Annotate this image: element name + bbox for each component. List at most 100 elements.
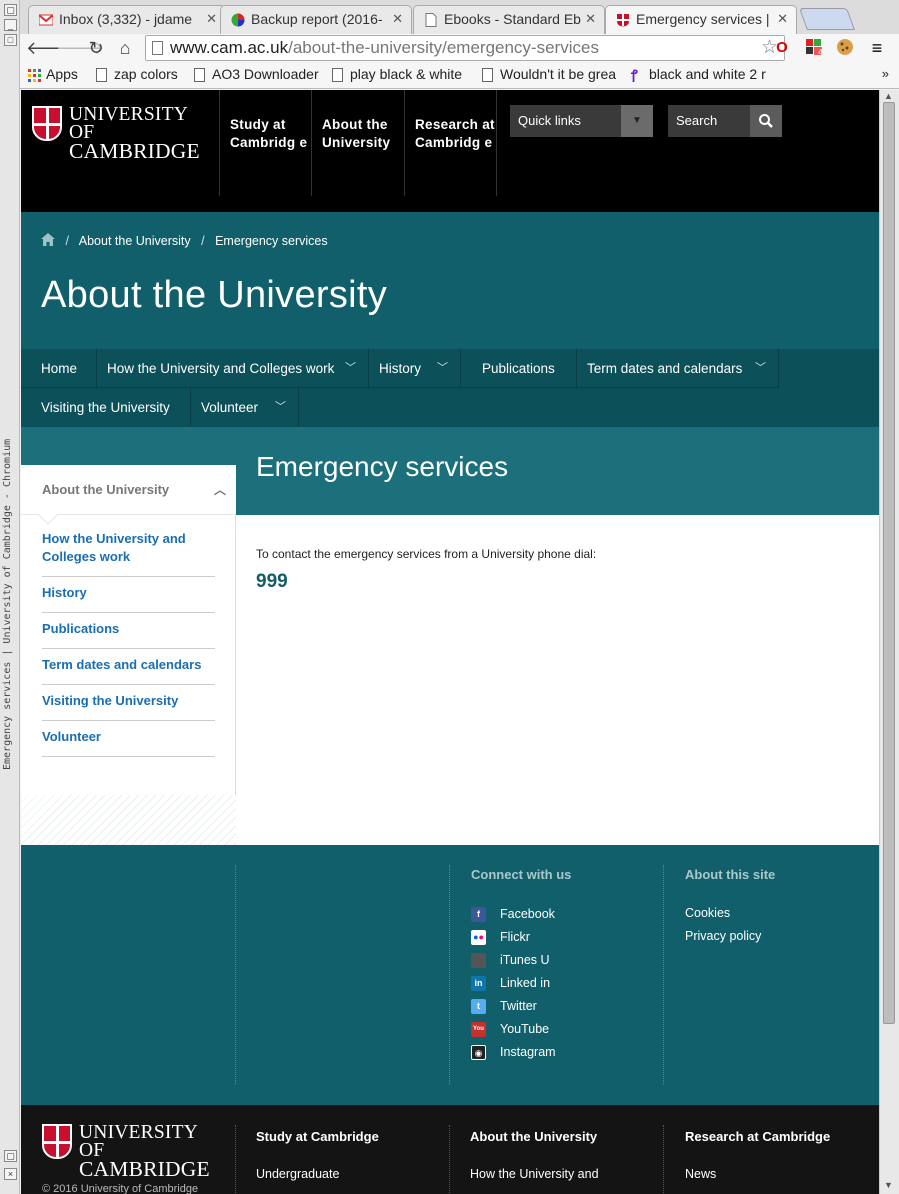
footer-link-how-university[interactable]: How the University and xyxy=(470,1167,599,1181)
subnav-label: History xyxy=(379,361,422,376)
page-info-icon[interactable] xyxy=(152,41,163,55)
footer-heading-about[interactable]: About the University xyxy=(470,1129,597,1144)
bookmark-wouldnt-it-be[interactable]: Wouldn't it be grea xyxy=(480,66,620,82)
footer-link-news[interactable]: News xyxy=(685,1167,716,1181)
subnav-history[interactable]: History ﹀ xyxy=(369,349,461,388)
sidebar-item-visiting[interactable]: Visiting the University xyxy=(42,685,215,721)
nav-research-at-cambridge[interactable]: Research at Cambridg e xyxy=(404,90,497,196)
social-instagram[interactable]: Instagram xyxy=(500,1045,556,1059)
page-icon xyxy=(332,68,343,82)
window-maximize-button[interactable]: □ xyxy=(4,34,17,46)
tab-close-icon[interactable]: ✕ xyxy=(585,11,596,27)
address-bar[interactable]: www.cam.ac.uk/about-the-university/emerg… xyxy=(145,35,785,61)
home-icon[interactable] xyxy=(41,233,55,246)
url-host: www.cam.ac.uk xyxy=(170,38,289,57)
bookmark-label: black and white 2 r xyxy=(649,66,766,82)
tab-backup-report[interactable]: Backup report (2016- ✕ xyxy=(220,5,412,34)
social-facebook[interactable]: Facebook xyxy=(500,907,555,921)
sidebar-hatch xyxy=(21,795,236,845)
bookmark-zap-colors[interactable]: zap colors xyxy=(94,66,194,82)
quick-links-label: Quick links xyxy=(518,113,581,128)
social-itunes-u[interactable]: iTunes U xyxy=(500,953,550,967)
subnav-how-university-works[interactable]: How the University and Colleges work ﹀ xyxy=(97,349,369,388)
footer-link-undergraduate[interactable]: Undergraduate xyxy=(256,1167,339,1181)
reload-icon[interactable]: ↻ xyxy=(85,36,107,60)
bookmark-label: AO3 Downloader xyxy=(212,66,319,82)
window-close-button[interactable]: × xyxy=(4,1168,17,1180)
chevron-down-icon[interactable]: ﹀ xyxy=(345,349,356,388)
window-minimize-button[interactable]: _ xyxy=(4,19,17,31)
footer-site-column: About this site Cookies Privacy policy xyxy=(663,865,877,1085)
scroll-up-icon[interactable]: ▲ xyxy=(884,91,893,101)
window-resize-button[interactable]: ▢ xyxy=(4,1150,17,1162)
forward-icon[interactable]: 🡒 xyxy=(56,36,104,60)
bookmark-label: play black & white xyxy=(350,66,463,82)
section-nav: Home How the University and Colleges wor… xyxy=(21,349,879,427)
breadcrumb-about[interactable]: About the University xyxy=(79,234,191,248)
logo-line1: UNIVERSITY OF xyxy=(69,104,188,143)
tab-close-icon[interactable]: ✕ xyxy=(392,11,403,27)
footer-heading-research[interactable]: Research at Cambridge xyxy=(685,1129,830,1144)
bookmark-ao3-downloader[interactable]: AO3 Downloader xyxy=(192,66,330,82)
sidebar-heading[interactable]: About the University ︿ xyxy=(21,465,236,525)
footer-heading-study[interactable]: Study at Cambridge xyxy=(256,1129,379,1144)
crest-icon xyxy=(32,106,62,141)
page-scrollbar[interactable]: ▲ ▼ xyxy=(879,90,899,1194)
footer-link-cookies[interactable]: Cookies xyxy=(685,906,730,920)
social-twitter[interactable]: Twitter xyxy=(500,999,537,1013)
sidebar-item-how-university-works[interactable]: How the University and Colleges work xyxy=(42,523,215,577)
new-tab-button[interactable] xyxy=(798,8,856,30)
page-icon xyxy=(96,68,107,82)
sidebar-item-volunteer[interactable]: Volunteer xyxy=(42,721,215,757)
browser-toolbar: 🡐 🡒 ↻ ⌂ www.cam.ac.uk/about-the-universi… xyxy=(20,34,899,62)
opera-extension-icon[interactable]: O xyxy=(772,38,792,58)
window-menu-button[interactable]: ▢ xyxy=(4,4,17,16)
social-linkedin[interactable]: Linked in xyxy=(500,976,550,990)
home-icon[interactable]: ⌂ xyxy=(114,36,136,60)
menu-icon[interactable]: ≡ xyxy=(867,38,887,58)
cookie-extension-icon[interactable] xyxy=(835,38,855,58)
chevron-down-icon[interactable]: ﹀ xyxy=(437,349,448,388)
back-icon[interactable]: 🡐 xyxy=(26,36,74,60)
chevron-down-icon[interactable]: ﹀ xyxy=(275,388,286,427)
subnav-visiting[interactable]: Visiting the University xyxy=(21,388,191,427)
social-flickr[interactable]: Flickr xyxy=(500,930,530,944)
tab-close-icon[interactable]: ✕ xyxy=(206,11,217,27)
bookmark-label: Apps xyxy=(46,66,78,82)
scrollbar-thumb[interactable] xyxy=(883,102,895,1024)
sidebar-item-publications[interactable]: Publications xyxy=(42,613,215,649)
tab-inbox[interactable]: Inbox (3,332) - jdame ✕ xyxy=(28,5,226,34)
quick-links-dropdown[interactable]: Quick links ▼ xyxy=(510,105,653,137)
nav-study-at-cambridge[interactable]: Study at Cambridg e xyxy=(219,90,311,196)
chevron-up-icon[interactable]: ︿ xyxy=(214,465,226,515)
subnav-volunteer[interactable]: Volunteer ﹀ xyxy=(191,388,299,427)
bookmarks-overflow-button[interactable]: » xyxy=(882,66,889,81)
bookmark-black-and-white[interactable]: ꝭ black and white 2 r xyxy=(629,66,769,82)
color-grid-extension-icon[interactable]: 4 xyxy=(804,38,824,58)
subnav-label: Volunteer xyxy=(201,400,259,415)
subnav-term-dates[interactable]: Term dates and calendars ﹀ xyxy=(577,349,779,388)
search-input[interactable]: Search xyxy=(668,105,782,137)
scroll-down-icon[interactable]: ▼ xyxy=(884,1180,893,1190)
tab-ebooks[interactable]: Ebooks - Standard Eb ✕ xyxy=(413,5,605,34)
tab-close-icon[interactable]: ✕ xyxy=(777,11,788,27)
footer-link-privacy[interactable]: Privacy policy xyxy=(685,929,761,943)
university-logo[interactable]: UNIVERSITY OF CAMBRIDGE xyxy=(32,104,212,162)
tab-emergency-services[interactable]: Emergency services | ✕ xyxy=(605,5,797,34)
sidebar-item-term-dates[interactable]: Term dates and calendars xyxy=(42,649,215,685)
chevron-down-icon[interactable]: ﹀ xyxy=(755,349,766,388)
footer-university-logo[interactable]: UNIVERSITY OF CAMBRIDGE xyxy=(42,1123,222,1180)
nav-about-the-university[interactable]: About the University xyxy=(311,90,404,196)
social-youtube[interactable]: YouTube xyxy=(500,1022,549,1036)
sidebar-item-history[interactable]: History xyxy=(42,577,215,613)
page-icon xyxy=(482,68,493,82)
apps-grid-icon xyxy=(28,69,41,82)
subnav-home[interactable]: Home xyxy=(21,349,97,388)
bookmark-apps[interactable]: Apps xyxy=(26,66,96,82)
tab-label: Ebooks - Standard Eb xyxy=(444,11,581,27)
breadcrumb-separator: / xyxy=(201,234,205,248)
tab-label: Backup report (2016- xyxy=(251,11,383,27)
subnav-publications[interactable]: Publications xyxy=(461,349,577,388)
search-icon[interactable] xyxy=(750,105,782,137)
bookmark-play-black-white[interactable]: play black & white xyxy=(330,66,470,82)
